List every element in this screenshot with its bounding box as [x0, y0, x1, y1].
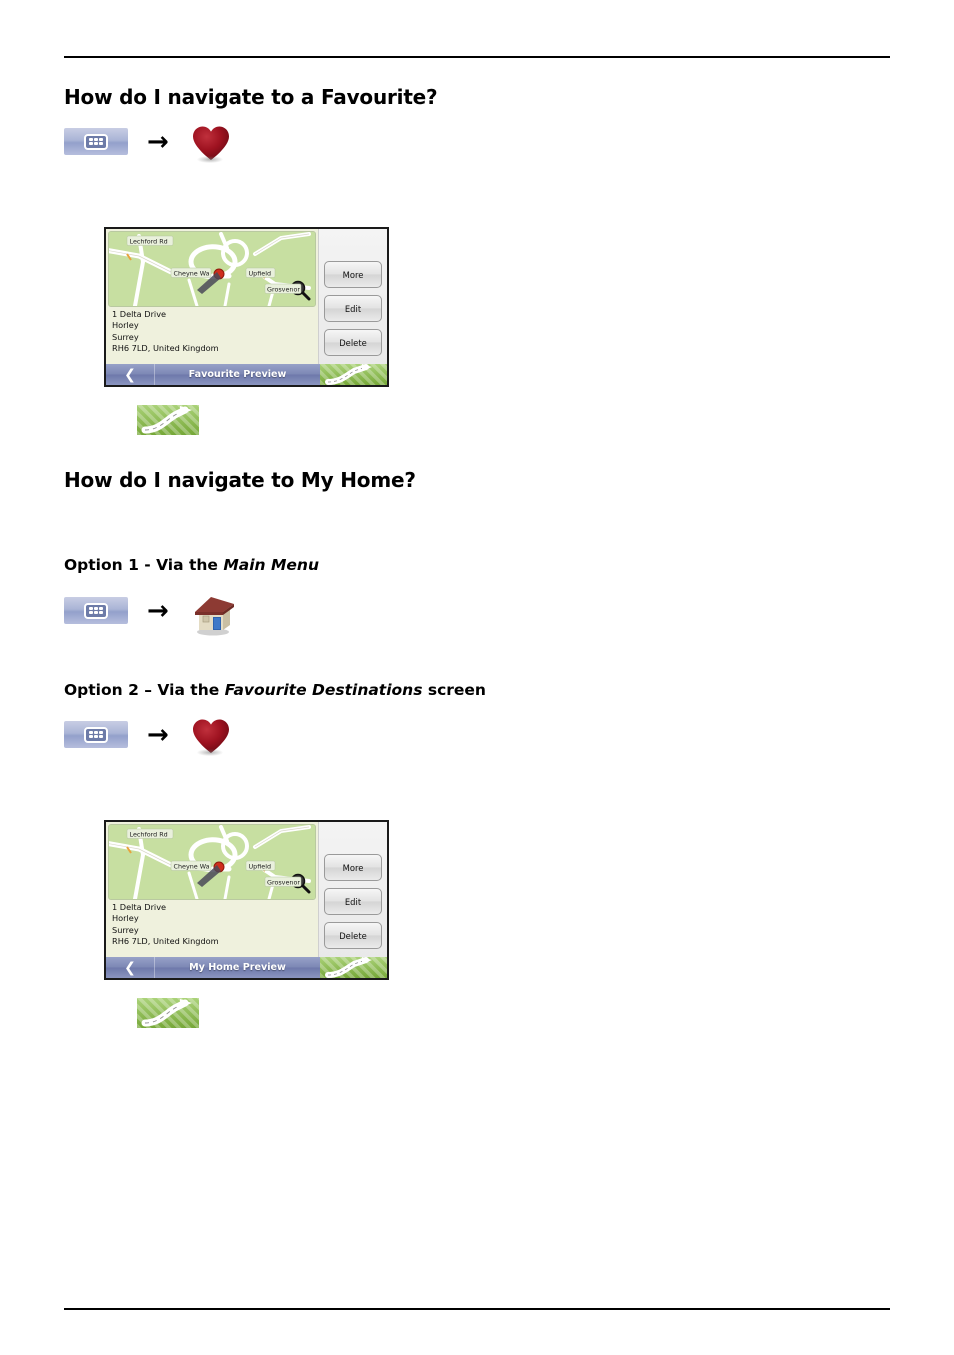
- address-block-my-home: 1 Delta Drive Horley Surrey RH6 7LD, Uni…: [112, 902, 316, 948]
- heart-icon[interactable]: [189, 716, 237, 760]
- drive-to-button-standalone-favourite[interactable]: [137, 405, 199, 435]
- main-menu-button[interactable]: [64, 597, 128, 624]
- svg-text:Grosvenor: Grosvenor: [267, 285, 300, 293]
- device-left-panel: Lechford Rd Cheyne Wa Upfield Grosvenor …: [106, 229, 318, 364]
- svg-text:Lechford Rd: Lechford Rd: [130, 830, 168, 838]
- svg-text:Cheyne Wa: Cheyne Wa: [174, 862, 210, 870]
- drive-to-icon: [141, 406, 192, 434]
- heading-option-1: Option 1 - Via the Main Menu: [64, 556, 319, 574]
- arrow-icon: →: [147, 127, 169, 157]
- back-button[interactable]: ❮: [106, 957, 154, 978]
- drive-to-icon: [325, 957, 372, 978]
- heading-navigate-my-home: How do I navigate to My Home?: [64, 468, 416, 492]
- drive-to-icon: [141, 999, 192, 1027]
- address-line-4: RH6 7LD, United Kingdom: [112, 936, 219, 947]
- screen-title: Favourite Preview: [188, 369, 287, 380]
- address-line-1: 1 Delta Drive: [112, 902, 167, 912]
- more-button[interactable]: More: [324, 854, 382, 881]
- house-icon[interactable]: [189, 589, 241, 637]
- option-1-emphasis: Main Menu: [223, 556, 319, 574]
- edit-button[interactable]: Edit: [324, 295, 382, 322]
- device-screenshot-favourite-preview: Lechford Rd Cheyne Wa Upfield Grosvenor …: [104, 227, 389, 387]
- header-rule: [64, 56, 890, 58]
- address-line-3: Surrey: [112, 924, 139, 935]
- drive-to-button[interactable]: [320, 957, 387, 978]
- document-page: How do I navigate to a Favourite? → Lech…: [0, 0, 954, 1355]
- device-main-area: Lechford Rd Cheyne Wa Upfield Grosvenor …: [106, 229, 387, 364]
- svg-text:Grosvenor: Grosvenor: [267, 878, 300, 886]
- arrow-icon: →: [147, 720, 169, 750]
- heading-option-2: Option 2 – Via the Favourite Destination…: [64, 681, 486, 699]
- option-1-prefix: Option 1 - Via the: [64, 556, 224, 574]
- map-preview-favourite[interactable]: Lechford Rd Cheyne Wa Upfield Grosvenor: [108, 231, 316, 307]
- main-menu-grid-icon: [84, 133, 108, 150]
- address-line-3: Surrey: [112, 331, 139, 342]
- drive-to-button[interactable]: [320, 364, 387, 385]
- heading-navigate-favourite: How do I navigate to a Favourite?: [64, 85, 438, 109]
- svg-text:Upfield: Upfield: [249, 269, 272, 277]
- edit-button[interactable]: Edit: [324, 888, 382, 915]
- device-button-column: More Edit Delete: [318, 822, 387, 957]
- address-line-2: Horley: [112, 913, 139, 924]
- option-2-suffix: screen: [422, 681, 486, 699]
- device-title-bar-favourite: ❮ Favourite Preview: [106, 364, 387, 385]
- device-main-area: Lechford Rd Cheyne Wa Upfield Grosvenor …: [106, 822, 387, 957]
- heart-icon[interactable]: [189, 123, 237, 167]
- main-menu-button[interactable]: [64, 128, 128, 155]
- heart-shadow: [197, 156, 223, 163]
- address-block-favourite: 1 Delta Drive Horley Surrey RH6 7LD, Uni…: [112, 309, 316, 355]
- drive-to-button-standalone-my-home[interactable]: [137, 998, 199, 1028]
- more-button[interactable]: More: [324, 261, 382, 288]
- arrow-icon: →: [147, 596, 169, 626]
- delete-button[interactable]: Delete: [324, 922, 382, 949]
- option-2-emphasis: Favourite Destinations: [224, 681, 423, 699]
- svg-text:Upfield: Upfield: [249, 862, 272, 870]
- main-menu-button[interactable]: [64, 721, 128, 748]
- address-line-1: 1 Delta Drive: [112, 309, 167, 319]
- map-svg: Lechford Rd Cheyne Wa Upfield Grosvenor: [109, 232, 315, 306]
- drive-to-icon: [325, 364, 372, 385]
- heart-shadow: [197, 749, 223, 756]
- svg-text:Lechford Rd: Lechford Rd: [130, 237, 168, 245]
- map-preview-my-home[interactable]: Lechford Rd Cheyne Wa Upfield Grosvenor: [108, 824, 316, 900]
- address-line-4: RH6 7LD, United Kingdom: [112, 343, 219, 354]
- delete-button[interactable]: Delete: [324, 329, 382, 356]
- svg-text:Cheyne Wa: Cheyne Wa: [174, 269, 210, 277]
- main-menu-grid-icon: [84, 726, 108, 743]
- address-line-2: Horley: [112, 320, 139, 331]
- device-left-panel: Lechford Rd Cheyne Wa Upfield Grosvenor …: [106, 822, 318, 957]
- device-title-bar-my-home: ❮ My Home Preview: [106, 957, 387, 978]
- back-button[interactable]: ❮: [106, 364, 154, 385]
- device-button-column: More Edit Delete: [318, 229, 387, 364]
- screen-title: My Home Preview: [189, 962, 286, 973]
- device-screenshot-my-home-preview: Lechford Rd Cheyne Wa Upfield Grosvenor …: [104, 820, 389, 980]
- option-2-prefix: Option 2 – Via the: [64, 681, 225, 699]
- house-svg: [195, 597, 234, 636]
- main-menu-grid-icon: [84, 602, 108, 619]
- footer-rule: [64, 1308, 890, 1310]
- map-svg: Lechford Rd Cheyne Wa Upfield Grosvenor: [109, 825, 315, 899]
